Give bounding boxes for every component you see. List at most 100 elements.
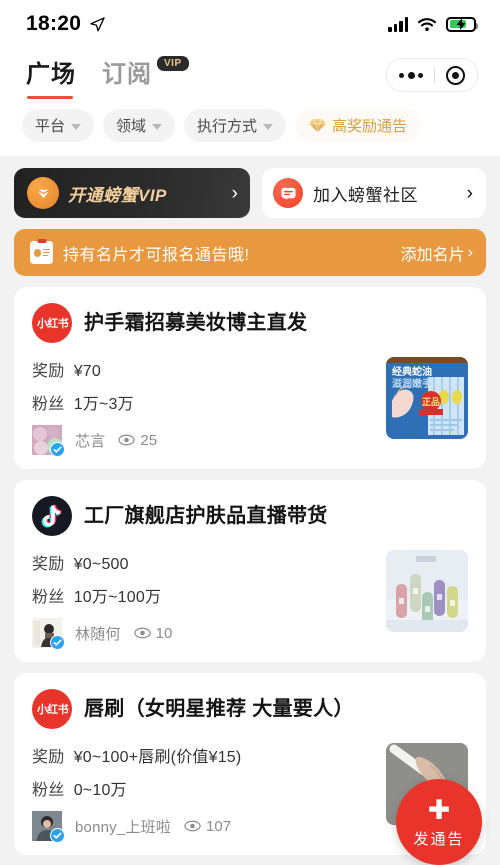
publish-announcement-fab[interactable]: ✚ 发通告	[396, 779, 482, 865]
task-title: 护手霜招募美妆博主直发	[84, 312, 308, 334]
filter-execution-mode-label: 执行方式	[197, 118, 258, 135]
fans-label: 粉丝	[32, 589, 65, 606]
tab-subscribe[interactable]: 订阅	[102, 54, 152, 99]
chevron-down-icon	[152, 123, 163, 130]
task-title: 唇刷（女明星推荐 大量要人）	[84, 698, 354, 720]
task-card-body: 奖励 ¥70 粉丝 1万~3万 芯言 25 经典蛇油 滋润嫩手 正品	[32, 357, 468, 457]
reward-line: 奖励 ¥70	[32, 357, 376, 381]
chevron-right-icon: ›	[467, 243, 473, 261]
filter-field-label: 领域	[116, 118, 147, 135]
platform-icon-xiaohongshu: 小红书	[32, 303, 72, 343]
tab-active-underline	[27, 95, 73, 99]
views-count: 25	[118, 432, 157, 449]
avatar[interactable]	[32, 811, 65, 843]
status-bar-left: 18:20	[26, 12, 105, 36]
fans-label: 粉丝	[32, 396, 65, 413]
chevron-down-icon	[71, 123, 82, 130]
platform-icon-label: 小红书	[36, 318, 68, 330]
filter-platform-label: 平台	[35, 118, 66, 135]
vip-badge: VIP	[157, 56, 189, 71]
reward-value: ¥0~500	[73, 556, 129, 573]
views-count: 10	[133, 624, 173, 642]
location-arrow-icon	[90, 16, 105, 32]
fans-label: 粉丝	[32, 782, 65, 799]
diamond-icon	[309, 118, 326, 133]
tab-subscribe-label: 订阅	[102, 61, 152, 88]
views-value: 10	[155, 624, 173, 642]
filter-high-reward[interactable]: 高奖励通告	[295, 109, 422, 142]
business-card-notice[interactable]: 持有名片才可报名通告哦! 添加名片 ›	[14, 229, 486, 276]
vip-banner[interactable]: 开通螃蟹VIP ›	[14, 168, 250, 218]
svg-text:正品: 正品	[422, 397, 440, 407]
thumbnail-image	[386, 550, 468, 632]
publish-announcement-label: 发通告	[413, 831, 465, 848]
more-dots-icon[interactable]	[399, 71, 423, 79]
task-info: 奖励 ¥70 粉丝 1万~3万 芯言 25	[32, 357, 376, 457]
task-card-header: 小红书 护手霜招募美妆博主直发	[32, 303, 468, 343]
target-circle-icon[interactable]	[446, 65, 465, 85]
tab-plaza[interactable]: 广场	[26, 54, 76, 99]
task-card[interactable]: 小红书 护手霜招募美妆博主直发 奖励 ¥70 粉丝 1万~3万 芯言 25 经典…	[14, 287, 486, 469]
task-thumbnail[interactable]	[386, 550, 468, 632]
page-header: 广场 订阅 VIP	[0, 48, 500, 99]
wifi-icon	[417, 17, 437, 31]
app-screen: 18:20 广场 订阅 VIP 平台 领域 执行方式 高奖励通告 开通螃蟹VIP…	[0, 0, 500, 865]
status-bar-right	[388, 16, 478, 32]
avatar[interactable]	[32, 425, 65, 457]
svg-text:滋润嫩手: 滋润嫩手	[392, 377, 432, 390]
platform-icon-label: 小红书	[36, 704, 68, 716]
vip-banner-label: 开通螃蟹VIP	[68, 185, 167, 205]
cellular-signal-icon	[388, 16, 408, 32]
reward-label: 奖励	[32, 556, 65, 573]
tab-plaza-label: 广场	[26, 61, 76, 88]
fans-value: 1万~3万	[73, 396, 134, 413]
community-banner-label: 加入螃蟹社区	[313, 185, 418, 205]
mini-program-capsule[interactable]	[386, 58, 478, 92]
filter-field[interactable]: 领域	[103, 109, 176, 142]
reward-line: 奖励 ¥0~500	[32, 550, 376, 574]
fans-line: 粉丝 10万~100万	[32, 583, 376, 607]
status-time: 18:20	[26, 12, 82, 35]
chat-bubble-icon	[273, 178, 303, 208]
task-meta: 林随何 10	[32, 618, 376, 650]
fans-line: 粉丝 1万~3万	[32, 390, 376, 414]
battery-charging-icon	[446, 16, 478, 32]
add-business-card-button[interactable]: 添加名片 ›	[401, 241, 473, 265]
chevron-right-icon: ›	[466, 182, 473, 204]
task-thumbnail[interactable]: 经典蛇油 滋润嫩手 正品	[386, 357, 468, 439]
reward-line: 奖励 ¥0~100+唇刷(价值¥15)	[32, 743, 376, 767]
views-value: 25	[140, 431, 158, 449]
fans-value: 0~10万	[73, 782, 127, 799]
publisher-name: 芯言	[75, 432, 106, 450]
task-info: 奖励 ¥0~100+唇刷(价值¥15) 粉丝 0~10万 bonny_上班啦 1…	[32, 743, 376, 843]
id-card-icon	[30, 241, 53, 264]
filter-execution-mode[interactable]: 执行方式	[184, 109, 287, 142]
eye-icon	[133, 627, 151, 639]
reward-value: ¥0~100+唇刷(价值¥15)	[73, 749, 242, 766]
reward-value: ¥70	[73, 363, 101, 380]
douyin-note-icon	[41, 504, 62, 528]
community-banner[interactable]: 加入螃蟹社区 ›	[262, 168, 486, 218]
fans-line: 粉丝 0~10万	[32, 776, 376, 800]
filter-high-reward-label: 高奖励通告	[332, 118, 408, 135]
avatar[interactable]	[32, 618, 65, 650]
reward-label: 奖励	[32, 749, 65, 766]
capsule-divider	[434, 66, 435, 84]
tab-subscribe-wrap[interactable]: 订阅 VIP	[102, 54, 189, 99]
verified-badge-icon	[50, 828, 65, 843]
promo-row: 开通螃蟹VIP › 加入螃蟹社区 ›	[0, 156, 500, 218]
views-count: 107	[184, 818, 231, 835]
chevron-down-icon	[263, 123, 274, 130]
eye-icon	[118, 434, 136, 446]
add-business-card-label: 添加名片	[400, 246, 465, 264]
filter-platform[interactable]: 平台	[22, 109, 95, 142]
fans-value: 10万~100万	[73, 589, 162, 606]
task-card[interactable]: 工厂旗舰店护肤品直播带货 奖励 ¥0~500 粉丝 10万~100万 林随何 1…	[14, 480, 486, 662]
status-bar: 18:20	[0, 0, 500, 48]
publisher-name: 林随何	[75, 625, 121, 643]
publisher-name: bonny_上班啦	[75, 818, 172, 836]
eye-icon	[184, 820, 201, 832]
top-tabs: 广场 订阅 VIP	[26, 54, 189, 99]
task-title: 工厂旗舰店护肤品直播带货	[84, 505, 328, 527]
chevron-right-icon: ›	[231, 182, 238, 204]
